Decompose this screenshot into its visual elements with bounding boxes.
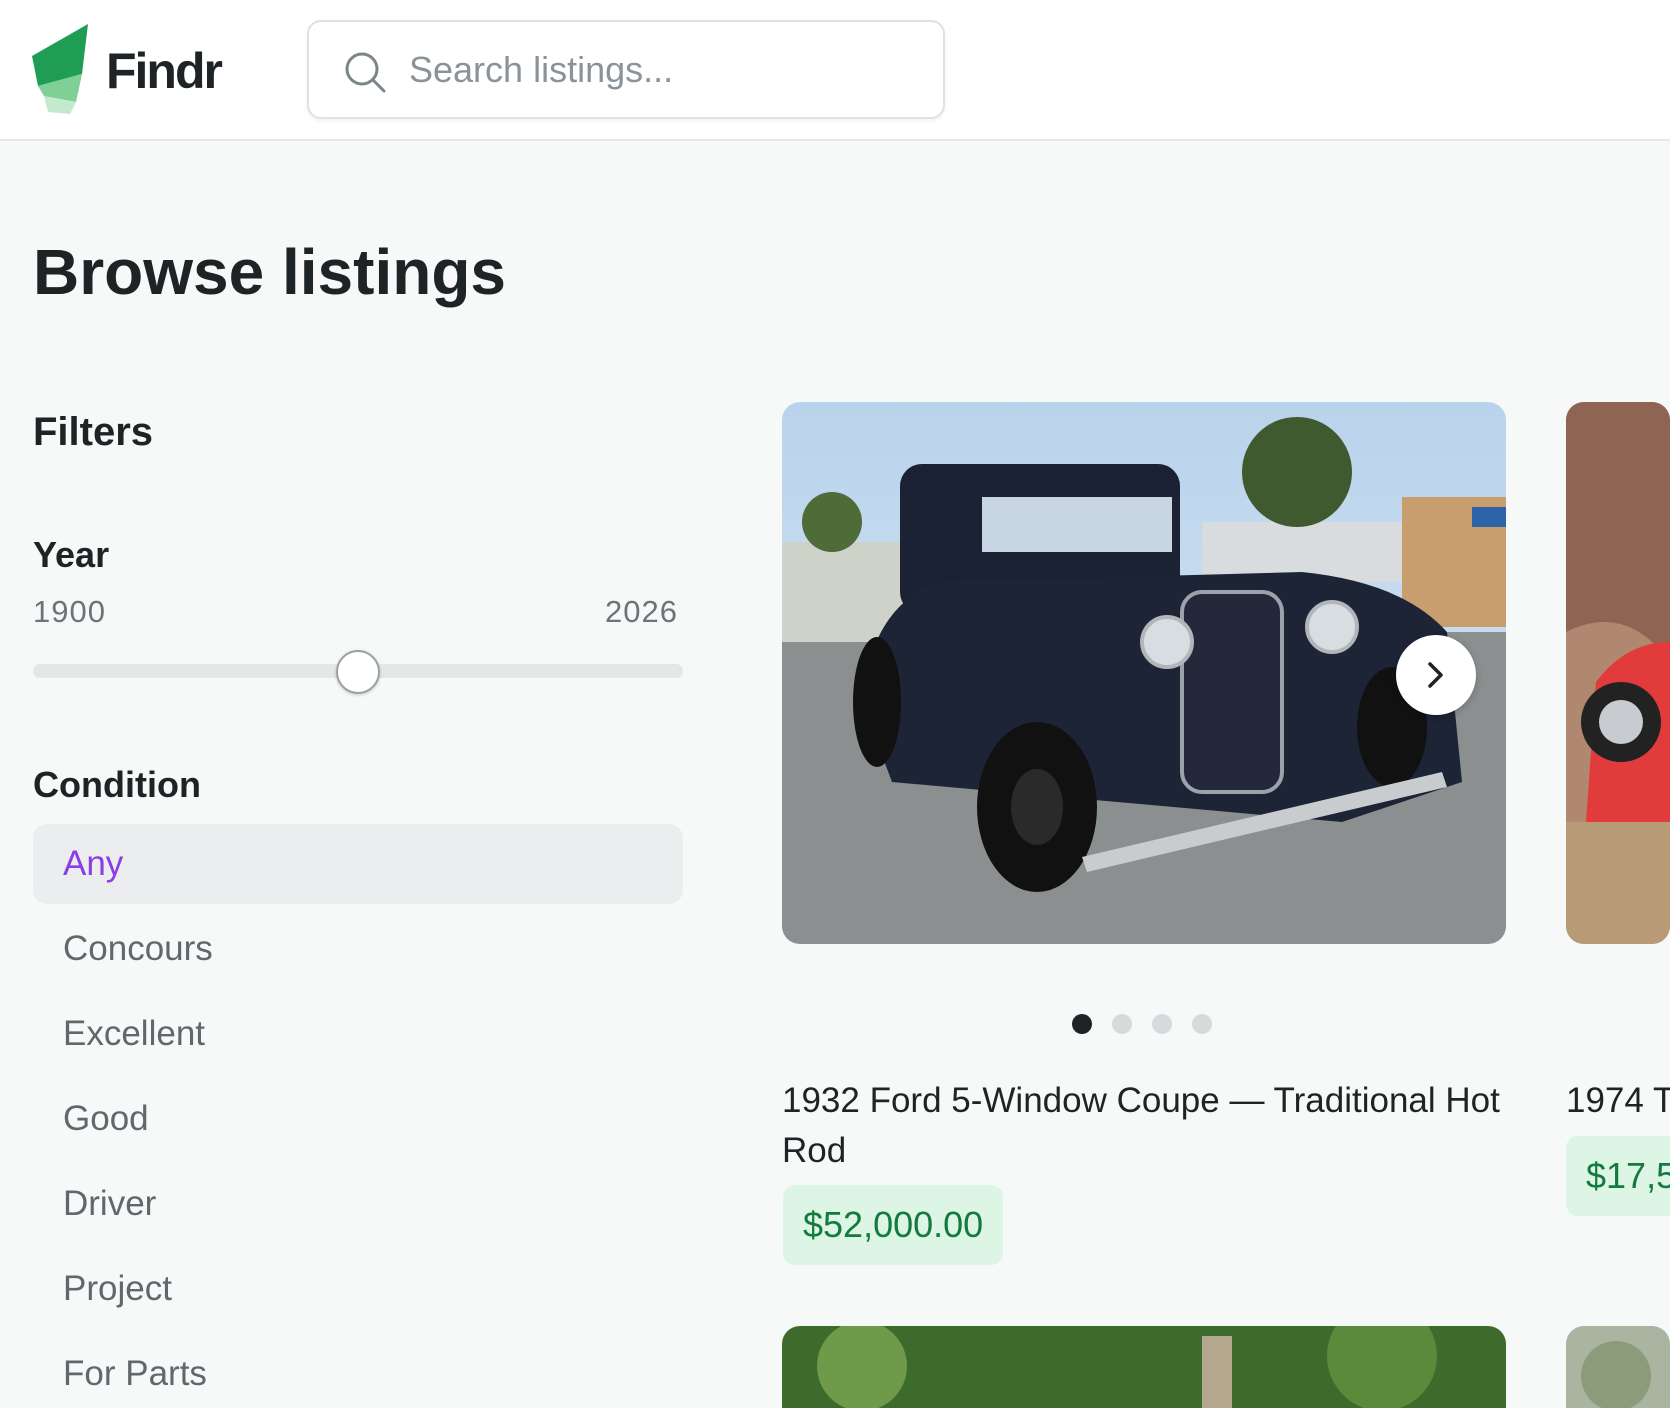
listing-price: $17,5 (1566, 1136, 1670, 1216)
listing-card[interactable] (1566, 402, 1670, 944)
page-title: Browse listings (33, 236, 506, 308)
logo[interactable]: Findr (30, 24, 223, 114)
carousel-dot[interactable] (1072, 1014, 1092, 1034)
chevron-right-icon (1428, 662, 1443, 688)
listing-card[interactable] (782, 1326, 1506, 1408)
app-name: Findr (106, 43, 223, 99)
search-icon (345, 52, 386, 93)
findr-logo-icon (32, 24, 88, 114)
year-min-value: 1900 (33, 594, 106, 629)
condition-option-for-parts[interactable]: For Parts (33, 1334, 683, 1408)
carousel-dot[interactable] (1112, 1014, 1132, 1034)
search-input[interactable] (409, 40, 919, 100)
condition-options: Any Concours Excellent Good Driver Proje… (33, 824, 683, 1408)
year-filter-label: Year (33, 534, 110, 575)
listing-card[interactable] (1566, 1326, 1670, 1408)
condition-option-any[interactable]: Any (33, 824, 683, 904)
listing-photo (782, 1326, 1506, 1408)
listing-photo (1566, 1326, 1670, 1408)
listing-title[interactable]: 1932 Ford 5-Window Coupe — Traditional H… (782, 1076, 1502, 1176)
listing-card[interactable] (782, 402, 1506, 944)
search-bar[interactable] (307, 20, 945, 119)
listing-image[interactable] (1566, 402, 1670, 944)
car-photo (1566, 402, 1670, 944)
year-slider-handle[interactable] (336, 650, 380, 694)
condition-filter-label: Condition (33, 764, 201, 805)
listing-title[interactable]: 1974 T (1566, 1076, 1670, 1126)
condition-option-excellent[interactable]: Excellent (33, 994, 683, 1074)
carousel-dot[interactable] (1192, 1014, 1212, 1034)
listing-price: $52,000.00 (783, 1185, 1004, 1265)
carousel-next-button[interactable] (1396, 635, 1476, 715)
filters-title: Filters (33, 410, 154, 454)
year-max-value: 2026 (605, 594, 678, 629)
condition-option-driver[interactable]: Driver (33, 1164, 683, 1244)
condition-option-concours[interactable]: Concours (33, 909, 683, 989)
carousel-dot[interactable] (1152, 1014, 1172, 1034)
condition-option-good[interactable]: Good (33, 1079, 683, 1159)
listing-image-carousel[interactable] (782, 402, 1506, 944)
carousel-dots (1072, 1014, 1212, 1034)
condition-option-project[interactable]: Project (33, 1249, 683, 1329)
top-bar: Findr (0, 0, 1670, 141)
